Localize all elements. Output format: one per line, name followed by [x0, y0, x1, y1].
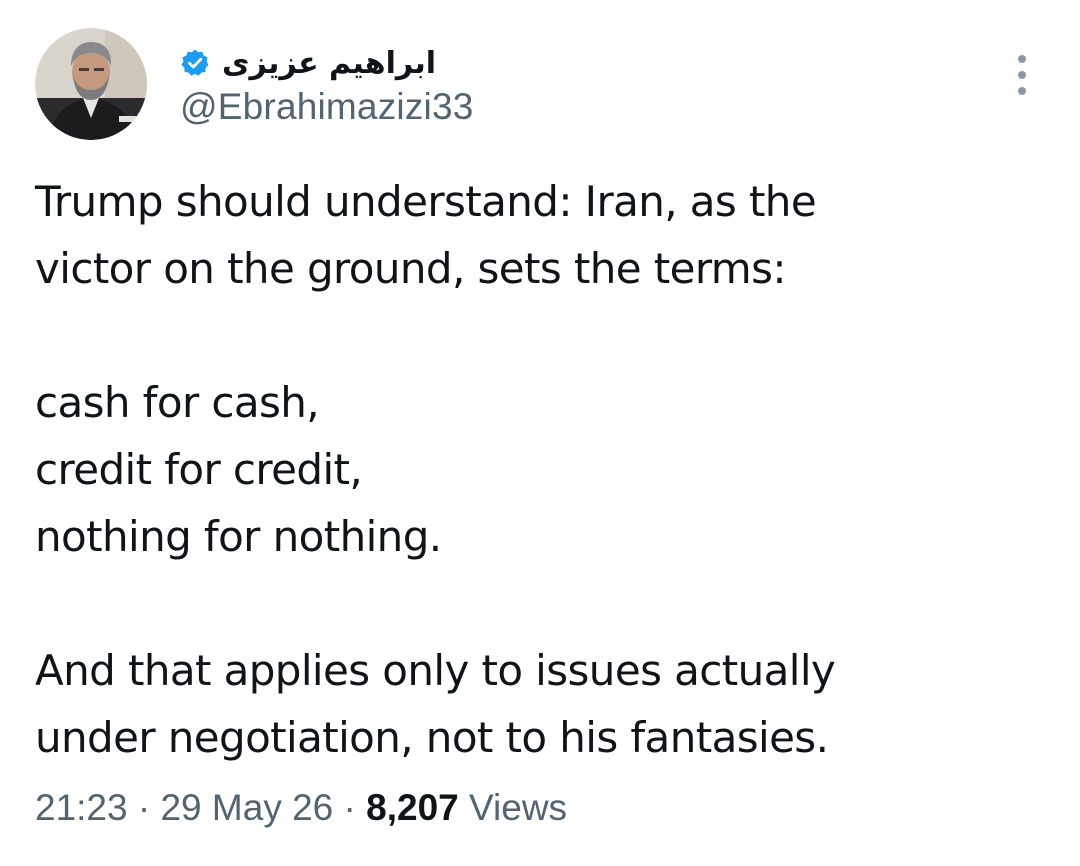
author-display-name[interactable]: ابراهیم عزیزی: [222, 46, 436, 81]
name-row: ابراهیم عزیزی: [180, 40, 474, 86]
tweet-line: And that applies only to issues actually: [35, 646, 836, 695]
tweet-date[interactable]: 29 May 26: [160, 787, 333, 828]
author-names: ابراهیم عزیزی @Ebrahimazizi33: [180, 40, 474, 128]
tweet-time[interactable]: 21:23: [35, 787, 128, 828]
more-options-icon[interactable]: [1010, 55, 1034, 95]
avatar[interactable]: [35, 28, 147, 140]
tweet-meta: 21:23 · 29 May 26 · 8,207 Views: [35, 787, 567, 829]
tweet-header: ابراهیم عزیزی @Ebrahimazizi33: [35, 28, 474, 140]
tweet-line: nothing for nothing.: [35, 512, 442, 561]
views-label[interactable]: Views: [469, 787, 567, 828]
meta-separator: ·: [343, 787, 356, 828]
more-dot: [1018, 71, 1026, 79]
tweet-line: cash for cash,: [35, 378, 320, 427]
tweet-line: victor on the ground, sets the terms:: [35, 244, 787, 293]
more-dot: [1018, 55, 1026, 63]
avatar-image: [35, 28, 147, 140]
tweet-line: under negotiation, not to his fantasies.: [35, 713, 829, 762]
tweet-line: credit for credit,: [35, 445, 363, 494]
tweet-line: Trump should understand: Iran, as the: [35, 177, 817, 226]
tweet-text: Trump should understand: Iran, as the vi…: [35, 168, 1045, 771]
views-count[interactable]: 8,207: [366, 787, 459, 828]
tweet-card: ابراهیم عزیزی @Ebrahimazizi33 Trump shou…: [0, 0, 1080, 866]
author-handle[interactable]: @Ebrahimazizi33: [180, 86, 474, 128]
more-dot: [1018, 87, 1026, 95]
meta-separator: ·: [137, 787, 151, 828]
verified-badge-icon: [180, 48, 210, 78]
